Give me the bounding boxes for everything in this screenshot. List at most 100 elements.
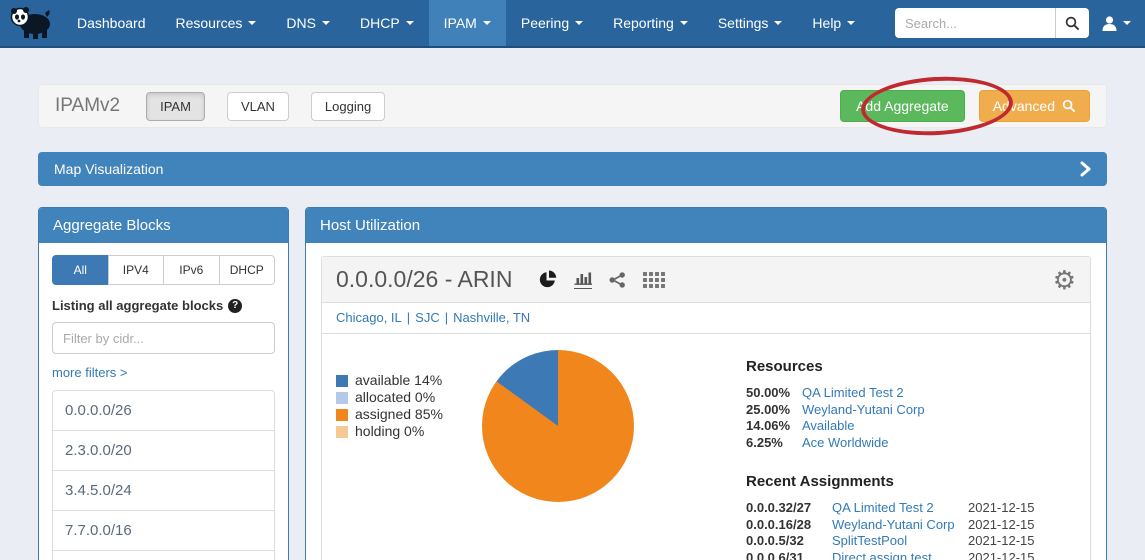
- tab-all[interactable]: All: [52, 255, 109, 285]
- pie-legend: available 14% allocated 0% assigned 85% …: [336, 350, 482, 560]
- chart-type-icons: [538, 270, 665, 289]
- user-icon: [1101, 15, 1118, 32]
- map-visualization-bar[interactable]: Map Visualization: [38, 152, 1107, 186]
- tab-ipam[interactable]: IPAM: [146, 92, 205, 121]
- legend-swatch-assigned: [336, 409, 348, 421]
- pie-chart-icon[interactable]: [538, 270, 557, 289]
- utilization-pie-chart: [482, 350, 634, 502]
- legend-swatch-allocated: [336, 392, 348, 404]
- share-icon[interactable]: [609, 272, 626, 288]
- table-row: 25.00%Weyland-Yutani Corp: [746, 402, 1076, 419]
- breadcrumb-link[interactable]: Nashville, TN: [453, 310, 530, 325]
- resource-link[interactable]: Available: [802, 418, 1076, 435]
- top-navbar: Dashboard Resources DNS DHCP IPAM Peerin…: [0, 0, 1145, 48]
- legend-item: holding 0%: [336, 423, 482, 440]
- breadcrumb: Chicago, IL|SJC|Nashville, TN: [322, 303, 1090, 334]
- page-content: IPAMv2 IPAM VLAN Logging Add Aggregate A…: [0, 84, 1145, 560]
- nav-dashboard[interactable]: Dashboard: [62, 0, 161, 46]
- tab-ipv6[interactable]: IPv6: [163, 255, 220, 285]
- nav-dns[interactable]: DNS: [271, 0, 345, 46]
- list-item[interactable]: 2.3.0.0/20: [52, 430, 275, 471]
- legend-swatch-available: [336, 375, 348, 387]
- tab-logging[interactable]: Logging: [311, 92, 385, 121]
- aggregate-filter-tabs: All IPV4 IPv6 DHCP: [52, 255, 275, 285]
- nav-settings[interactable]: Settings: [703, 0, 798, 46]
- panda-logo-icon: [9, 5, 53, 41]
- table-row: 0.0.0.32/27QA Limited Test 22021-12-15: [746, 500, 1076, 517]
- resource-link[interactable]: Weyland-Yutani Corp: [802, 402, 1076, 419]
- listing-label: Listing all aggregate blocks ?: [52, 298, 275, 313]
- chevron-right-icon: [1080, 161, 1091, 177]
- gear-icon[interactable]: ⚙: [1053, 267, 1076, 293]
- legend-swatch-holding: [336, 426, 348, 438]
- list-item[interactable]: 7.7.0.0/16: [52, 510, 275, 551]
- legend-item: allocated 0%: [336, 389, 482, 406]
- assignment-link[interactable]: SplitTestPool: [832, 533, 968, 550]
- aggregate-blocks-panel: Aggregate Blocks All IPV4 IPv6 DHCP List…: [38, 207, 289, 560]
- header-actions: Add Aggregate Advanced: [840, 90, 1090, 122]
- resource-link[interactable]: QA Limited Test 2: [802, 385, 1076, 402]
- breadcrumb-link[interactable]: SJC: [415, 310, 440, 325]
- list-item[interactable]: 0.0.0.0/26: [52, 390, 275, 431]
- aggregate-blocks-header: Aggregate Blocks: [39, 208, 288, 243]
- panda-logo[interactable]: [0, 0, 62, 46]
- list-item[interactable]: 3.4.5.0/24: [52, 470, 275, 511]
- bar-chart-icon[interactable]: [574, 271, 592, 289]
- caret-down-icon: [483, 21, 491, 25]
- recent-assignments-title: Recent Assignments: [746, 473, 1076, 490]
- breadcrumb-link[interactable]: Chicago, IL: [336, 310, 402, 325]
- caret-down-icon: [575, 21, 583, 25]
- caret-down-icon: [680, 21, 688, 25]
- assignment-link[interactable]: Direct assign test: [832, 550, 968, 560]
- caret-down-icon: [406, 21, 414, 25]
- add-aggregate-button[interactable]: Add Aggregate: [840, 90, 965, 122]
- block-title: 0.0.0.0/26 - ARIN: [336, 266, 512, 293]
- table-row: 6.25%Ace Worldwide: [746, 435, 1076, 452]
- more-filters-link[interactable]: more filters >: [52, 365, 128, 380]
- caret-down-icon: [248, 21, 256, 25]
- grid-view-icon[interactable]: [643, 272, 665, 288]
- utilization-widget: 0.0.0.0/26 - ARIN: [321, 256, 1091, 560]
- global-search: [895, 8, 1089, 38]
- search-button[interactable]: [1055, 8, 1089, 38]
- table-row: 0.0.0.6/31Direct assign test2021-12-15: [746, 550, 1076, 560]
- assignment-link[interactable]: Weyland-Yutani Corp: [832, 517, 968, 534]
- recent-assignments-section: Recent Assignments 0.0.0.32/27QA Limited…: [746, 473, 1076, 560]
- list-item[interactable]: [52, 550, 275, 560]
- help-icon[interactable]: ?: [228, 299, 242, 313]
- navbar-right: [895, 0, 1145, 46]
- main-menu: Dashboard Resources DNS DHCP IPAM Peerin…: [62, 0, 870, 46]
- resources-section: Resources 50.00%QA Limited Test 2 25.00%…: [746, 358, 1076, 451]
- nav-peering[interactable]: Peering: [506, 0, 598, 46]
- nav-dhcp[interactable]: DHCP: [345, 0, 429, 46]
- table-row: 14.06%Available: [746, 418, 1076, 435]
- search-icon: [1065, 16, 1080, 31]
- table-row: 0.0.0.16/28Weyland-Yutani Corp2021-12-15: [746, 517, 1076, 534]
- advanced-search-button[interactable]: Advanced: [979, 90, 1090, 122]
- page-title: IPAMv2: [55, 95, 120, 117]
- table-row: 0.0.0.5/32SplitTestPool2021-12-15: [746, 533, 1076, 550]
- resources-title: Resources: [746, 358, 1076, 375]
- user-menu[interactable]: [1101, 15, 1131, 32]
- nav-resources[interactable]: Resources: [161, 0, 272, 46]
- resource-link[interactable]: Ace Worldwide: [802, 435, 1076, 452]
- caret-down-icon: [847, 21, 855, 25]
- legend-item: assigned 85%: [336, 406, 482, 423]
- nav-ipam[interactable]: IPAM: [429, 0, 506, 46]
- page-header-strip: IPAMv2 IPAM VLAN Logging Add Aggregate A…: [38, 84, 1107, 128]
- search-input[interactable]: [895, 8, 1055, 38]
- map-visualization-title: Map Visualization: [54, 161, 163, 177]
- caret-down-icon: [322, 21, 330, 25]
- cidr-filter-input[interactable]: [52, 322, 275, 354]
- tab-dhcp[interactable]: DHCP: [219, 255, 276, 285]
- tab-vlan[interactable]: VLAN: [227, 92, 289, 121]
- nav-reporting[interactable]: Reporting: [598, 0, 703, 46]
- aggregate-block-list: 0.0.0.0/26 2.3.0.0/20 3.4.5.0/24 7.7.0.0…: [52, 390, 275, 560]
- caret-down-icon: [1123, 21, 1131, 25]
- assignment-link[interactable]: QA Limited Test 2: [832, 500, 968, 517]
- search-icon: [1062, 99, 1076, 113]
- tab-ipv4[interactable]: IPV4: [108, 255, 165, 285]
- caret-down-icon: [774, 21, 782, 25]
- nav-help[interactable]: Help: [797, 0, 870, 46]
- host-utilization-header: Host Utilization: [306, 208, 1106, 243]
